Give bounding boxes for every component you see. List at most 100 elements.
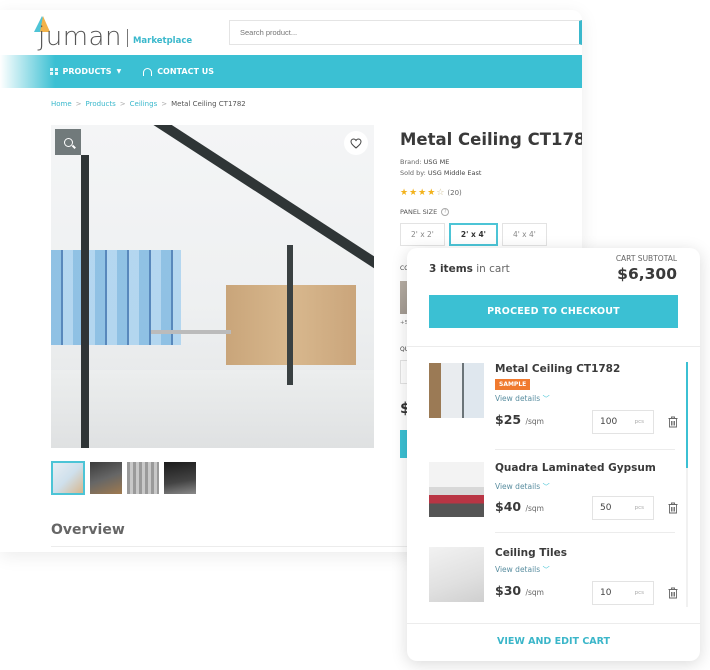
quantity-input[interactable]: 100 pcs: [592, 410, 654, 434]
size-option-4x4[interactable]: 4' x 4': [501, 223, 547, 246]
zoom-in-icon: [63, 137, 73, 147]
trash-icon[interactable]: [667, 502, 679, 514]
nav-contact-label: CONTACT US: [157, 67, 214, 76]
cart-item: Metal Ceiling CT1782 SAMPLE View details…: [429, 363, 685, 453]
logo-text: juman: [38, 22, 122, 52]
quantity-value: 50: [600, 503, 612, 513]
cart-item-list: Metal Ceiling CT1782 SAMPLE View details…: [407, 347, 700, 607]
size-option-2x2[interactable]: 2' x 2': [400, 223, 445, 246]
price-value: $25: [495, 412, 522, 427]
product-main-image[interactable]: [51, 125, 374, 448]
cart-item: Ceiling Tiles View details ﹀ $30 /sqm 10…: [429, 547, 685, 607]
price-unit: /sqm: [525, 588, 544, 597]
trash-icon[interactable]: [667, 587, 679, 599]
search-input[interactable]: [229, 20, 582, 45]
chevron-down-icon: ﹀: [542, 483, 550, 491]
quantity-value: 100: [600, 417, 618, 427]
rating[interactable]: ★ ★ ★ ★ ☆ (20): [400, 188, 462, 198]
image-table-detail: [151, 330, 231, 334]
cart-item-price: $40 /sqm: [495, 499, 544, 514]
cart-item-image[interactable]: [429, 547, 484, 602]
breadcrumb-home[interactable]: Home: [51, 100, 72, 108]
juman-logo[interactable]: juman Marketplace: [30, 16, 193, 52]
brand-label: Brand:: [400, 158, 422, 166]
zoom-in-button[interactable]: [55, 129, 81, 155]
view-details-link[interactable]: View details ﹀: [495, 394, 550, 404]
review-count[interactable]: (20): [447, 189, 461, 197]
view-details-label: View details: [495, 482, 541, 491]
breadcrumb-separator: >: [75, 100, 82, 108]
cart-subtotal-value: $6,300: [617, 265, 677, 283]
cart-item-count: 3 items in cart: [429, 263, 510, 275]
thumbnail[interactable]: [90, 462, 122, 494]
breadcrumb-separator: >: [119, 100, 126, 108]
thumbnail[interactable]: [51, 461, 85, 495]
sample-badge: SAMPLE: [495, 379, 531, 390]
quantity-unit: pcs: [634, 505, 644, 511]
image-frame-detail: [287, 245, 293, 385]
view-details-label: View details: [495, 565, 541, 574]
breadcrumb-ceilings[interactable]: Ceilings: [130, 100, 158, 108]
thumbnail-strip: [51, 461, 196, 495]
breadcrumb-products[interactable]: Products: [86, 100, 116, 108]
scrollbar-thumb[interactable]: [686, 362, 688, 468]
cart-item-image[interactable]: [429, 363, 484, 418]
main-nav: PRODUCTS ▼ CONTACT US: [0, 55, 582, 88]
brand-value: USG ME: [423, 158, 450, 166]
panel-size-text: PANEL SIZE: [400, 208, 438, 216]
proceed-to-checkout-button[interactable]: PROCEED TO CHECKOUT: [429, 295, 678, 328]
cart-item-name[interactable]: Metal Ceiling CT1782: [495, 363, 620, 375]
seller-row: Sold by: USG Middle East: [400, 168, 481, 179]
star-full-icon: ★: [409, 188, 418, 198]
thumbnail[interactable]: [127, 462, 159, 494]
caret-down-icon: ▼: [116, 68, 122, 75]
nav-products[interactable]: PRODUCTS ▼: [50, 67, 121, 76]
cart-subtotal-label: CART SUBTOTAL: [615, 254, 677, 263]
cart-count-number: 3 items: [429, 263, 473, 275]
cart-item-image[interactable]: [429, 462, 484, 517]
quantity-input[interactable]: 10 pcs: [592, 581, 654, 605]
panel-size-options: 2' x 2' 2' x 4' 4' x 4': [400, 223, 547, 246]
view-details-link[interactable]: View details ﹀: [495, 565, 550, 575]
cart-item-price: $25 /sqm: [495, 412, 544, 427]
seller-value: USG Middle East: [427, 169, 482, 177]
star-full-icon: ★: [418, 188, 427, 198]
product-title: Metal Ceiling CT1782: [400, 130, 582, 149]
logo-subtitle: Marketplace: [132, 36, 193, 46]
quantity-value: 10: [600, 588, 612, 598]
nav-contact[interactable]: CONTACT US: [143, 67, 214, 76]
breadcrumb-current: Metal Ceiling CT1782: [171, 100, 246, 108]
chevron-down-icon: ﹀: [542, 395, 550, 403]
star-full-icon: ★: [427, 188, 436, 198]
cart-item-price: $30 /sqm: [495, 583, 544, 598]
price-unit: /sqm: [525, 417, 544, 426]
trash-icon[interactable]: [667, 416, 679, 428]
view-details-link[interactable]: View details ﹀: [495, 482, 550, 492]
cart-item-name[interactable]: Ceiling Tiles: [495, 547, 567, 559]
size-option-2x4[interactable]: 2' x 4': [448, 223, 498, 246]
cart-item-name[interactable]: Quadra Laminated Gypsum: [495, 462, 656, 474]
price-value: $40: [495, 499, 522, 514]
nav-products-label: PRODUCTS: [62, 67, 112, 76]
star-empty-icon: ☆: [436, 188, 445, 198]
headset-icon: [143, 67, 153, 76]
item-divider: [495, 449, 675, 450]
cart-item: Quadra Laminated Gypsum View details ﹀ $…: [429, 462, 685, 552]
overview-heading[interactable]: Overview: [51, 522, 125, 538]
breadcrumb-separator: >: [161, 100, 168, 108]
cart-footer-divider: [407, 623, 700, 624]
seller-label: Sold by:: [400, 169, 426, 177]
quantity-input[interactable]: 50 pcs: [592, 496, 654, 520]
logo-divider: [126, 29, 128, 47]
grid-icon: [50, 67, 58, 76]
brand-row: Brand: USG ME: [400, 157, 481, 168]
view-details-label: View details: [495, 394, 541, 403]
wishlist-button[interactable]: [344, 131, 368, 155]
view-and-edit-cart-link[interactable]: VIEW AND EDIT CART: [407, 636, 700, 647]
quantity-unit: pcs: [634, 419, 644, 425]
thumbnail[interactable]: [164, 462, 196, 494]
quantity-unit: pcs: [634, 590, 644, 596]
heart-icon: [350, 137, 362, 149]
help-icon[interactable]: ?: [441, 208, 450, 216]
panel-size-label: PANEL SIZE ?: [400, 208, 450, 216]
